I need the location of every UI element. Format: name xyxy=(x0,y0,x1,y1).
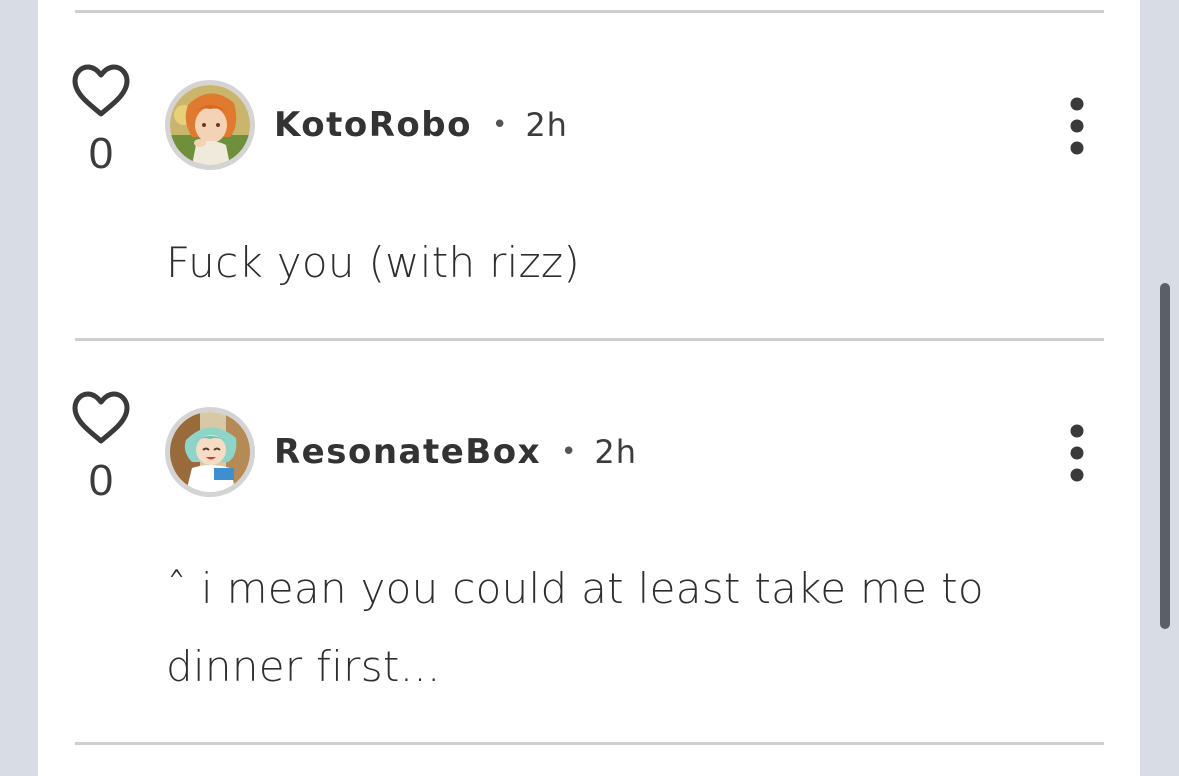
avatar[interactable] xyxy=(165,407,255,497)
more-options-icon[interactable] xyxy=(1062,95,1092,157)
comment-divider xyxy=(75,10,1104,13)
comment-meta: ResonateBox • 2h xyxy=(274,427,637,477)
avatar-image xyxy=(170,85,250,165)
meta-separator: • xyxy=(491,110,508,140)
comment-body: ˆ i mean you could at least take me to d… xyxy=(166,564,984,691)
comment-divider xyxy=(75,742,1104,745)
timestamp: 2h xyxy=(525,106,568,144)
comment-body: Fuck you (with rizz) xyxy=(166,238,581,287)
like-control: 0 xyxy=(70,391,132,503)
avatar-image xyxy=(170,412,250,492)
timestamp: 2h xyxy=(594,433,637,471)
like-control: 0 xyxy=(70,64,132,176)
like-count: 0 xyxy=(88,456,114,505)
username[interactable]: ResonateBox xyxy=(274,432,541,472)
comment-meta: KotoRobo • 2h xyxy=(274,100,568,150)
scrollbar-thumb[interactable] xyxy=(1160,283,1170,629)
meta-separator: • xyxy=(561,437,577,467)
like-count: 0 xyxy=(88,129,114,178)
avatar[interactable] xyxy=(165,80,255,170)
comment-divider xyxy=(75,338,1104,341)
heart-icon[interactable] xyxy=(71,64,131,118)
heart-icon[interactable] xyxy=(71,391,131,445)
username[interactable]: KotoRobo xyxy=(274,105,472,145)
more-options-icon[interactable] xyxy=(1062,422,1092,484)
